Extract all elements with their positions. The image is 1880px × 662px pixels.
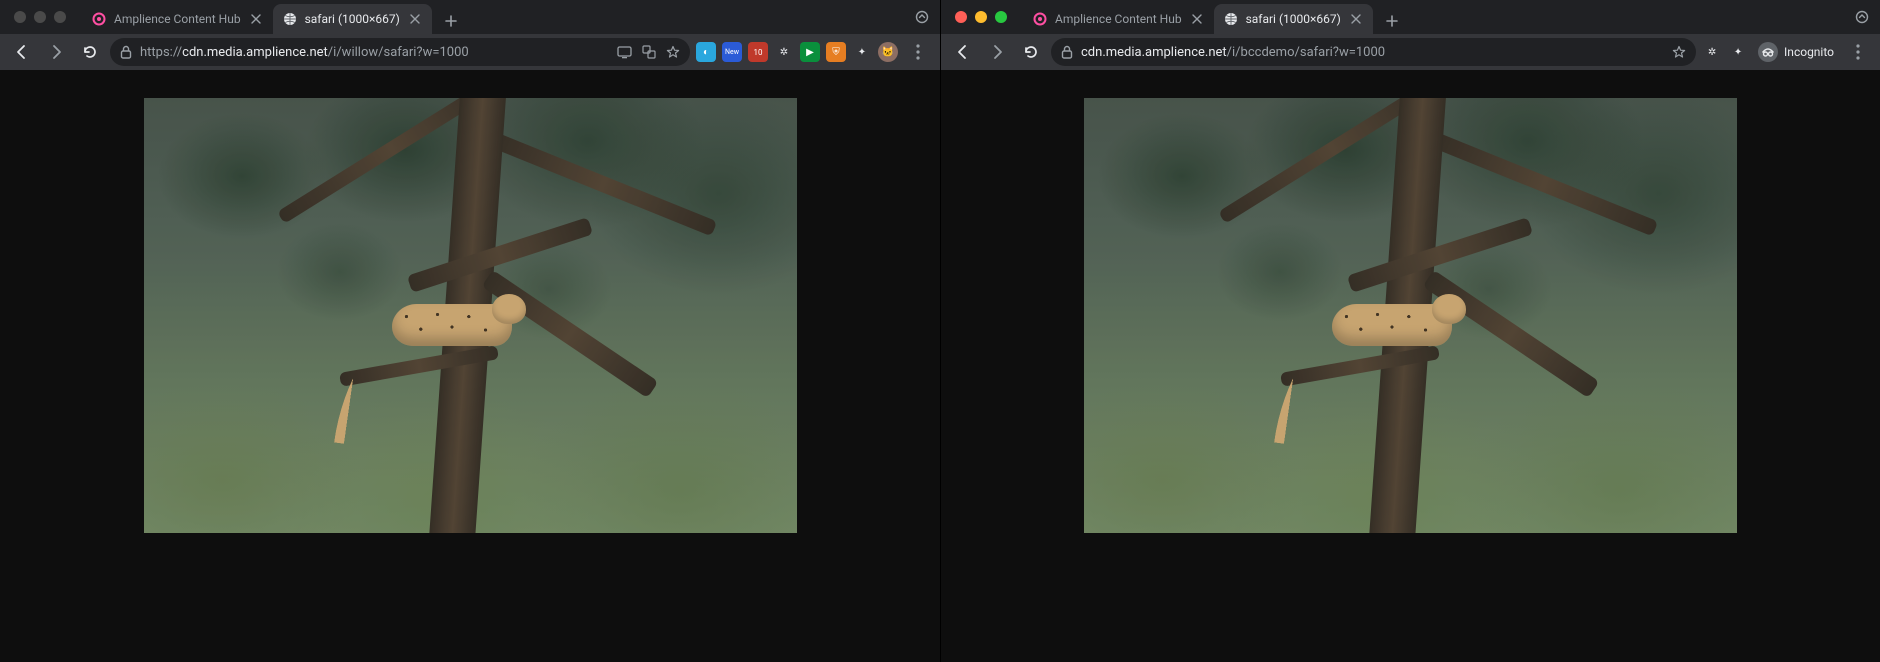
page-viewport — [0, 70, 940, 662]
tab-title: Amplience Content Hub — [1055, 12, 1182, 26]
window-close-button[interactable] — [14, 11, 26, 23]
amplience-icon — [1033, 12, 1047, 26]
tabstrip-overflow-icon[interactable] — [914, 9, 930, 25]
tab-title: safari (1000×667) — [1246, 12, 1341, 26]
close-icon[interactable] — [1190, 12, 1204, 26]
extensions-row: ✲ ✦ — [1702, 42, 1748, 62]
ext-1[interactable]: ◐ — [696, 42, 716, 62]
window-zoom-button[interactable] — [54, 11, 66, 23]
star-icon[interactable] — [666, 45, 680, 59]
cast-icon[interactable] — [617, 46, 632, 59]
forward-button[interactable] — [42, 38, 70, 66]
window-controls — [8, 11, 76, 23]
ext-cal[interactable]: 10 — [748, 42, 768, 62]
incognito-indicator[interactable]: Incognito — [1754, 42, 1838, 62]
window-minimize-button[interactable] — [34, 11, 46, 23]
reload-button[interactable] — [76, 38, 104, 66]
browser-window-left: Amplience Content Hub safari (1000×667) — [0, 0, 940, 662]
tab-strip: Amplience Content Hub safari (1000×667) — [0, 0, 940, 34]
forward-button[interactable] — [983, 38, 1011, 66]
close-icon[interactable] — [249, 12, 263, 26]
window-close-button[interactable] — [955, 11, 967, 23]
globe-icon — [283, 12, 297, 26]
window-controls — [949, 11, 1017, 23]
url-text: https://cdn.media.amplience.net/i/willow… — [140, 45, 609, 60]
incognito-icon — [1758, 42, 1778, 62]
back-button[interactable] — [949, 38, 977, 66]
tab-amplience[interactable]: Amplience Content Hub — [1023, 4, 1214, 34]
puzzle-icon[interactable]: ✦ — [852, 42, 872, 62]
address-bar[interactable]: cdn.media.amplience.net/i/bccdemo/safari… — [1051, 38, 1696, 66]
tab-strip: Amplience Content Hub safari (1000×667) — [941, 0, 1880, 34]
gear-icon[interactable]: ✲ — [774, 42, 794, 62]
back-button[interactable] — [8, 38, 36, 66]
ext-shield[interactable]: ⛨ — [826, 42, 846, 62]
reload-button[interactable] — [1017, 38, 1045, 66]
profile-avatar[interactable]: 🐱 — [878, 42, 898, 62]
tabstrip-overflow-icon[interactable] — [1854, 9, 1870, 25]
amplience-icon — [92, 12, 106, 26]
omnibox-actions — [1672, 45, 1686, 59]
window-zoom-button[interactable] — [995, 11, 1007, 23]
tab-safari-image[interactable]: safari (1000×667) — [1214, 4, 1373, 34]
page-viewport — [941, 70, 1880, 662]
close-icon[interactable] — [1349, 12, 1363, 26]
content-image — [1084, 98, 1737, 533]
tab-safari-image[interactable]: safari (1000×667) — [273, 4, 432, 34]
gear-icon[interactable]: ✲ — [1702, 42, 1722, 62]
ext-rec[interactable]: ▶ — [800, 42, 820, 62]
browser-window-right: Amplience Content Hub safari (1000×667) — [940, 0, 1880, 662]
toolbar: cdn.media.amplience.net/i/bccdemo/safari… — [941, 34, 1880, 70]
puzzle-icon[interactable]: ✦ — [1728, 42, 1748, 62]
content-image — [144, 98, 797, 533]
lock-icon — [1061, 45, 1073, 59]
omnibox-actions — [617, 45, 680, 59]
tabs: Amplience Content Hub safari (1000×667) — [82, 0, 464, 34]
translate-icon[interactable] — [642, 45, 656, 59]
kebab-menu-icon[interactable] — [904, 38, 932, 66]
lock-icon — [120, 45, 132, 59]
tabs: Amplience Content Hub safari (1000×667) — [1023, 0, 1405, 34]
incognito-label: Incognito — [1784, 45, 1834, 59]
address-bar[interactable]: https://cdn.media.amplience.net/i/willow… — [110, 38, 690, 66]
window-minimize-button[interactable] — [975, 11, 987, 23]
globe-icon — [1224, 12, 1238, 26]
star-icon[interactable] — [1672, 45, 1686, 59]
tab-title: Amplience Content Hub — [114, 12, 241, 26]
close-icon[interactable] — [408, 12, 422, 26]
tab-amplience[interactable]: Amplience Content Hub — [82, 4, 273, 34]
ext-new[interactable]: New — [722, 42, 742, 62]
kebab-menu-icon[interactable] — [1844, 38, 1872, 66]
new-tab-button[interactable] — [1379, 8, 1405, 34]
new-tab-button[interactable] — [438, 8, 464, 34]
url-text: cdn.media.amplience.net/i/bccdemo/safari… — [1081, 45, 1664, 60]
extensions-row: ◐ New 10 ✲ ▶ ⛨ ✦ 🐱 — [696, 42, 898, 62]
tab-title: safari (1000×667) — [305, 12, 400, 26]
toolbar: https://cdn.media.amplience.net/i/willow… — [0, 34, 940, 70]
